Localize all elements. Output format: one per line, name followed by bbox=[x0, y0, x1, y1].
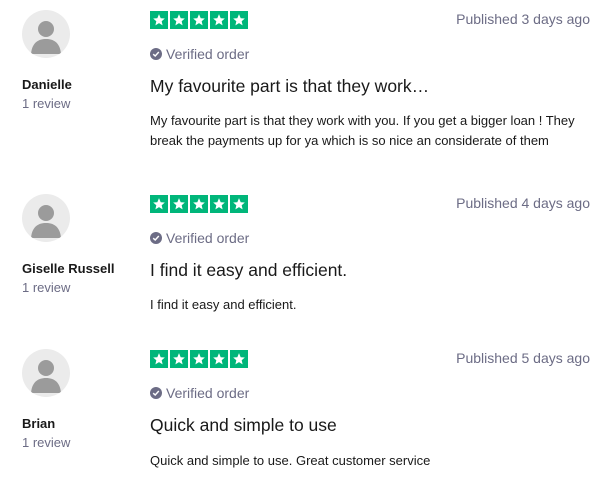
review-body: My favourite part is that they work with… bbox=[150, 113, 575, 148]
verified-badge: Verified order bbox=[150, 230, 249, 246]
review-body: I find it easy and efficient. bbox=[150, 297, 297, 312]
review-title[interactable]: Quick and simple to use bbox=[150, 415, 337, 436]
star-icon bbox=[190, 11, 208, 29]
star-icon bbox=[190, 195, 208, 213]
review-title[interactable]: I find it easy and efficient. bbox=[150, 260, 347, 281]
reviewer-name[interactable]: Giselle Russell bbox=[22, 261, 115, 276]
check-circle-icon bbox=[150, 232, 162, 244]
star-icon bbox=[150, 350, 168, 368]
star-rating bbox=[150, 350, 248, 368]
published-date: Published 3 days ago bbox=[456, 11, 590, 27]
star-icon bbox=[230, 350, 248, 368]
avatar-icon[interactable] bbox=[22, 194, 70, 242]
avatar-icon[interactable] bbox=[22, 349, 70, 397]
verified-label: Verified order bbox=[166, 230, 250, 246]
review-title[interactable]: My favourite part is that they work… bbox=[150, 76, 429, 97]
verified-badge: Verified order bbox=[150, 385, 249, 401]
verified-label: Verified order bbox=[166, 46, 250, 62]
verified-badge: Verified order bbox=[150, 46, 249, 62]
review-card: Danielle 1 review Published 3 days ago V… bbox=[0, 0, 612, 180]
review-count: 1 review bbox=[22, 96, 71, 111]
check-circle-icon bbox=[150, 48, 162, 60]
reviewer-name[interactable]: Danielle bbox=[22, 77, 72, 92]
star-icon bbox=[150, 11, 168, 29]
star-icon bbox=[170, 11, 188, 29]
review-count: 1 review bbox=[22, 280, 71, 295]
review-card: Giselle Russell 1 review Published 4 day… bbox=[0, 184, 612, 334]
star-icon bbox=[210, 11, 228, 29]
avatar-icon[interactable] bbox=[22, 10, 70, 58]
star-icon bbox=[170, 195, 188, 213]
star-icon bbox=[230, 195, 248, 213]
review-card: Brian 1 review Published 5 days ago Veri… bbox=[0, 339, 612, 486]
review-body: Quick and simple to use. Great customer … bbox=[150, 453, 431, 468]
review-count: 1 review bbox=[22, 435, 71, 450]
star-rating bbox=[150, 11, 248, 29]
published-date: Published 5 days ago bbox=[456, 350, 590, 366]
star-icon bbox=[210, 350, 228, 368]
published-date: Published 4 days ago bbox=[456, 195, 590, 211]
check-circle-icon bbox=[150, 387, 162, 399]
star-icon bbox=[190, 350, 208, 368]
star-icon bbox=[150, 195, 168, 213]
reviewer-name[interactable]: Brian bbox=[22, 416, 55, 431]
star-icon bbox=[210, 195, 228, 213]
verified-label: Verified order bbox=[166, 385, 250, 401]
star-icon bbox=[170, 350, 188, 368]
star-icon bbox=[230, 11, 248, 29]
star-rating bbox=[150, 195, 248, 213]
